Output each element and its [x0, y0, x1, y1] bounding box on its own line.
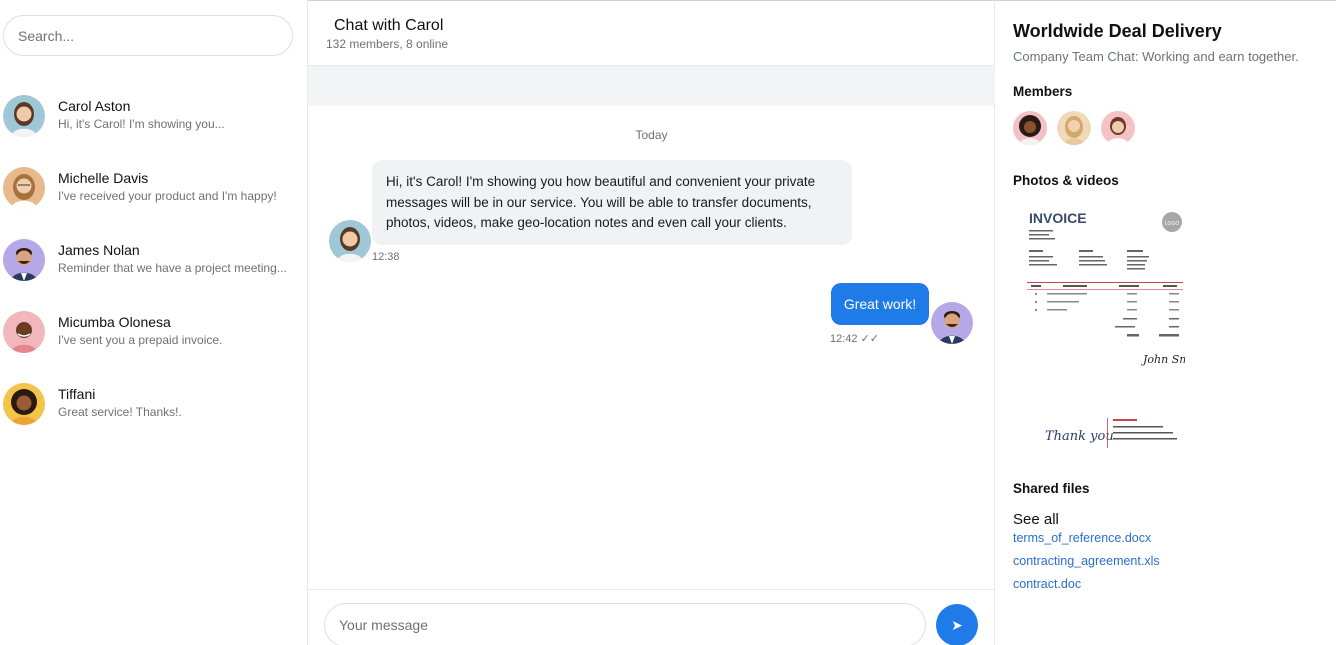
avatar [931, 302, 973, 344]
conversation-preview: Reminder that we have a project meeting.… [58, 261, 287, 275]
message-input[interactable] [324, 603, 926, 645]
conversation-name: Micumba Olonesa [58, 314, 171, 330]
conversation-preview: Great service! Thanks!. [58, 405, 182, 419]
conversation-item-michelle-davis[interactable]: Michelle Davis I've received your produc… [0, 156, 306, 220]
photos-heading: Photos & videos [1013, 173, 1119, 188]
signature: John Smith [1141, 353, 1185, 366]
chat-title: Chat with Carol [334, 17, 444, 34]
conversation-item-james-nolan[interactable]: James Nolan Reminder that we have a proj… [0, 228, 306, 292]
shared-file-link[interactable]: contract.doc [1013, 577, 1081, 591]
avatar [3, 311, 45, 353]
date-divider: Today [635, 128, 668, 142]
member-avatar[interactable] [1013, 111, 1047, 145]
shared-file-link[interactable]: contracting_agreement.xls [1013, 554, 1160, 568]
group-title: Worldwide Deal Delivery [1013, 21, 1222, 41]
avatar [329, 220, 371, 262]
avatar [3, 383, 45, 425]
conversation-name: Carol Aston [58, 98, 131, 114]
chat-pinned-bar [308, 66, 995, 106]
conversation-item-carol-aston[interactable]: Carol Aston Hi, it's Carol! I'm showing … [0, 84, 306, 148]
send-icon: ➤ [951, 616, 963, 633]
message-time: 12:38 [372, 251, 400, 263]
search-input[interactable] [3, 15, 293, 56]
message-composer: ➤ [308, 589, 995, 645]
chat-info-panel: Worldwide Deal Delivery Company Team Cha… [995, 0, 1336, 645]
conversation-item-tiffani[interactable]: Tiffani Great service! Thanks!. [0, 372, 306, 436]
members-heading: Members [1013, 84, 1073, 99]
member-avatar[interactable] [1057, 111, 1091, 145]
message-time: 12:42 ✓✓ [830, 333, 880, 345]
conversation-preview: I've received your product and I'm happy… [58, 189, 277, 203]
conversation-preview: I've sent you a prepaid invoice. [58, 333, 223, 347]
incoming-message-bubble: Hi, it's Carol! I'm showing you how beau… [372, 160, 852, 245]
group-description: Company Team Chat: Working and earn toge… [1013, 49, 1299, 64]
conversation-name: James Nolan [58, 242, 140, 258]
shared-file-link[interactable]: terms_of_reference.docx [1013, 531, 1151, 545]
send-button[interactable]: ➤ [936, 604, 978, 645]
conversation-name: Tiffani [58, 386, 96, 402]
avatar [3, 239, 45, 281]
invoice-heading: INVOICE [1029, 210, 1087, 226]
logo-placeholder: LOGO [1165, 221, 1180, 227]
thank-you-text: Thank you [1045, 429, 1114, 444]
invoice-thumbnail[interactable]: INVOICE LOGO John S [1023, 200, 1205, 378]
conversation-name: Michelle Davis [58, 170, 149, 186]
conversation-item-micumba-olonesa[interactable]: Micumba Olonesa I've sent you a prepaid … [0, 300, 306, 364]
conversation-preview: Hi, it's Carol! I'm showing you... [58, 117, 225, 131]
see-all-link[interactable]: See all [1013, 511, 1059, 528]
outgoing-message-bubble: Great work! [831, 283, 929, 325]
avatar [3, 167, 45, 209]
shared-files-heading: Shared files [1013, 481, 1090, 496]
chat-header: Chat with Carol 132 members, 8 online [308, 0, 995, 66]
avatar [3, 95, 45, 137]
conversation-sidebar: Carol Aston Hi, it's Carol! I'm showing … [0, 0, 308, 645]
thank-you-thumbnail[interactable]: Thank you [1041, 412, 1185, 452]
member-avatar[interactable] [1101, 111, 1135, 145]
chat-member-count: 132 members, 8 online [326, 37, 449, 51]
chat-panel: Chat with Carol 132 members, 8 online To… [308, 0, 995, 645]
